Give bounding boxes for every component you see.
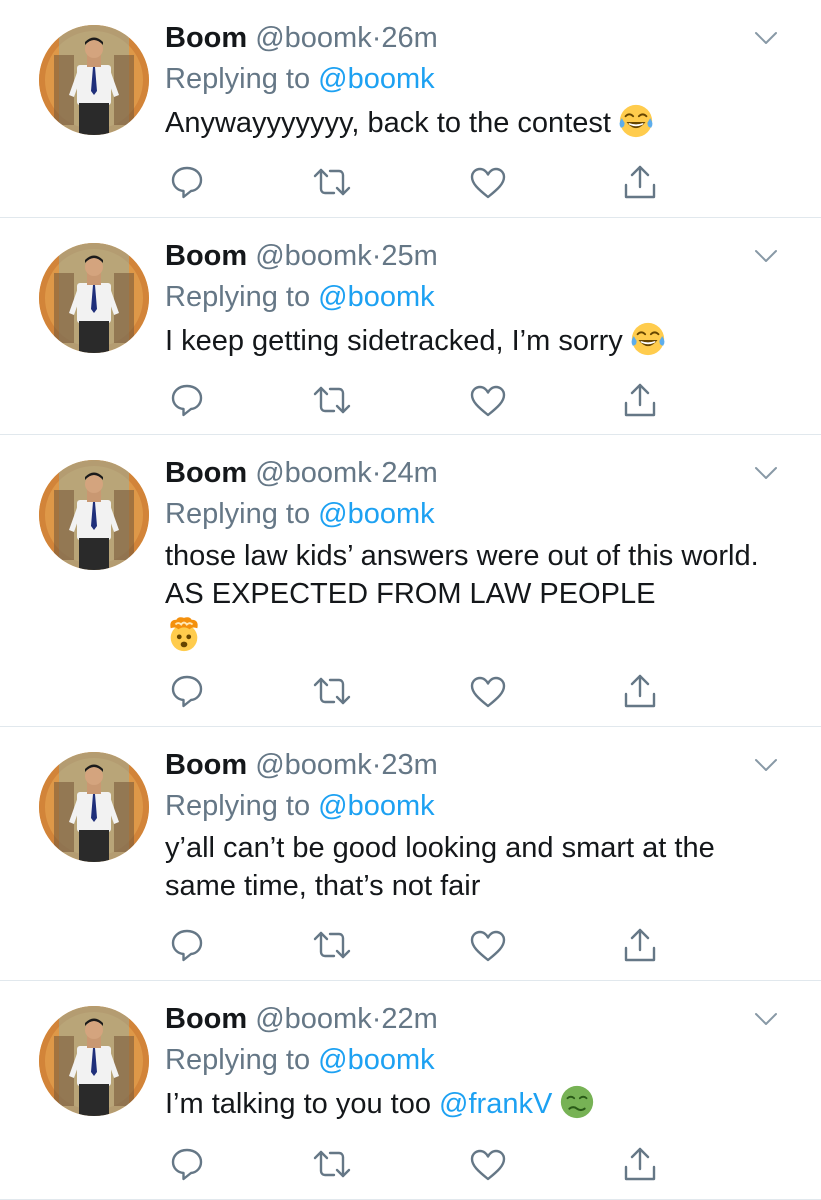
chevron-down-icon[interactable]	[753, 465, 779, 481]
tweet-text: I’m talking to you too @frankV	[165, 1083, 761, 1123]
timestamp[interactable]: 25m	[381, 240, 437, 272]
reply-mention-link[interactable]: @boomk	[318, 63, 434, 95]
display-name[interactable]: Boom	[165, 1003, 247, 1035]
replying-to-label: Replying to	[165, 1044, 311, 1076]
separator: ·	[371, 1003, 382, 1035]
avatar[interactable]	[39, 752, 149, 862]
replying-to: Replying to @boomk	[165, 1040, 761, 1080]
separator: ·	[371, 22, 382, 54]
display-name[interactable]: Boom	[165, 22, 247, 54]
reply-mention-link[interactable]: @boomk	[318, 498, 434, 530]
tweet[interactable]: Boom @boomk·25m Replying to @boomk I kee…	[0, 218, 821, 435]
separator: ·	[371, 749, 382, 781]
reply-mention-link[interactable]: @boomk	[318, 790, 434, 822]
display-name[interactable]: Boom	[165, 749, 247, 781]
chevron-down-icon[interactable]	[753, 1011, 779, 1027]
tweet[interactable]: Boom @boomk·22m Replying to @boomk I’m t…	[0, 981, 821, 1200]
tweet[interactable]: Boom @boomk·26m Replying to @boomk Anywa…	[0, 0, 821, 218]
tweet-actions	[165, 673, 665, 709]
tweet-text: y’all can’t be good looking and smart at…	[165, 829, 761, 905]
heart-icon[interactable]	[468, 164, 508, 200]
heart-icon[interactable]	[468, 673, 508, 709]
share-icon[interactable]	[620, 673, 660, 709]
replying-to-label: Replying to	[165, 63, 311, 95]
tweet-actions	[165, 164, 665, 200]
user-handle[interactable]: @boomk	[255, 240, 371, 272]
face-with-tears-of-joy-icon	[629, 320, 667, 358]
retweet-icon[interactable]	[312, 673, 352, 709]
retweet-icon[interactable]	[312, 382, 352, 418]
avatar[interactable]	[39, 460, 149, 570]
tweet-text-content: Anywayyyyyyy, back to the contest	[165, 107, 611, 139]
heart-icon[interactable]	[468, 927, 508, 963]
tweet-text-content: I’m talking to you too	[165, 1088, 431, 1120]
retweet-icon[interactable]	[312, 164, 352, 200]
separator: ·	[371, 457, 382, 489]
user-handle[interactable]: @boomk	[255, 22, 371, 54]
retweet-icon[interactable]	[312, 1146, 352, 1182]
reply-mention-link[interactable]: @boomk	[318, 1044, 434, 1076]
display-name[interactable]: Boom	[165, 457, 247, 489]
tweet-text: those law kids’ answers were out of this…	[165, 537, 761, 653]
exploding-head-icon	[165, 615, 203, 653]
separator: ·	[371, 240, 382, 272]
heart-icon[interactable]	[468, 382, 508, 418]
tweet-header: Boom @boomk·23m	[165, 745, 761, 785]
chevron-down-icon[interactable]	[753, 248, 779, 264]
tweet-header: Boom @boomk·24m	[165, 453, 761, 493]
tweet-header: Boom @boomk·25m	[165, 236, 761, 276]
chevron-down-icon[interactable]	[753, 757, 779, 773]
timestamp[interactable]: 23m	[381, 749, 437, 781]
tweet[interactable]: Boom @boomk·23m Replying to @boomk y’all…	[0, 727, 821, 981]
tweet-text: I keep getting sidetracked, I’m sorry	[165, 320, 761, 360]
share-icon[interactable]	[620, 382, 660, 418]
tweet-actions	[165, 927, 665, 963]
tweet-text-content: y’all can’t be good looking and smart at…	[165, 832, 715, 902]
reply-icon[interactable]	[167, 164, 207, 200]
reply-mention-link[interactable]: @boomk	[318, 281, 434, 313]
user-handle[interactable]: @boomk	[255, 1003, 371, 1035]
user-handle[interactable]: @boomk	[255, 457, 371, 489]
user-handle[interactable]: @boomk	[255, 749, 371, 781]
retweet-icon[interactable]	[312, 927, 352, 963]
tweet-thread: Boom @boomk·26m Replying to @boomk Anywa…	[0, 0, 821, 1200]
face-with-tears-of-joy-icon	[617, 102, 655, 140]
reply-icon[interactable]	[167, 382, 207, 418]
avatar[interactable]	[39, 1006, 149, 1116]
timestamp[interactable]: 24m	[381, 457, 437, 489]
heart-icon[interactable]	[468, 1146, 508, 1182]
share-icon[interactable]	[620, 164, 660, 200]
tweet-text-content: I keep getting sidetracked, I’m sorry	[165, 325, 623, 357]
reply-icon[interactable]	[167, 673, 207, 709]
replying-to-label: Replying to	[165, 498, 311, 530]
nauseated-face-icon	[558, 1083, 596, 1121]
chevron-down-icon[interactable]	[753, 30, 779, 46]
timestamp[interactable]: 26m	[381, 22, 437, 54]
replying-to: Replying to @boomk	[165, 59, 761, 99]
avatar[interactable]	[39, 243, 149, 353]
tweet-header: Boom @boomk·22m	[165, 999, 761, 1039]
share-icon[interactable]	[620, 927, 660, 963]
replying-to: Replying to @boomk	[165, 786, 761, 826]
reply-icon[interactable]	[167, 1146, 207, 1182]
tweet-text: Anywayyyyyyy, back to the contest	[165, 102, 761, 142]
tweet-actions	[165, 1146, 665, 1182]
timestamp[interactable]: 22m	[381, 1003, 437, 1035]
tweet-actions	[165, 382, 665, 418]
replying-to-label: Replying to	[165, 281, 311, 313]
replying-to: Replying to @boomk	[165, 494, 761, 534]
reply-icon[interactable]	[167, 927, 207, 963]
tweet-header: Boom @boomk·26m	[165, 18, 761, 58]
avatar[interactable]	[39, 25, 149, 135]
share-icon[interactable]	[620, 1146, 660, 1182]
tweet[interactable]: Boom @boomk·24m Replying to @boomk those…	[0, 435, 821, 727]
tweet-text-content: those law kids’ answers were out of this…	[165, 540, 759, 610]
replying-to-label: Replying to	[165, 790, 311, 822]
replying-to: Replying to @boomk	[165, 277, 761, 317]
mention-link[interactable]: @frankV	[439, 1088, 552, 1120]
display-name[interactable]: Boom	[165, 240, 247, 272]
